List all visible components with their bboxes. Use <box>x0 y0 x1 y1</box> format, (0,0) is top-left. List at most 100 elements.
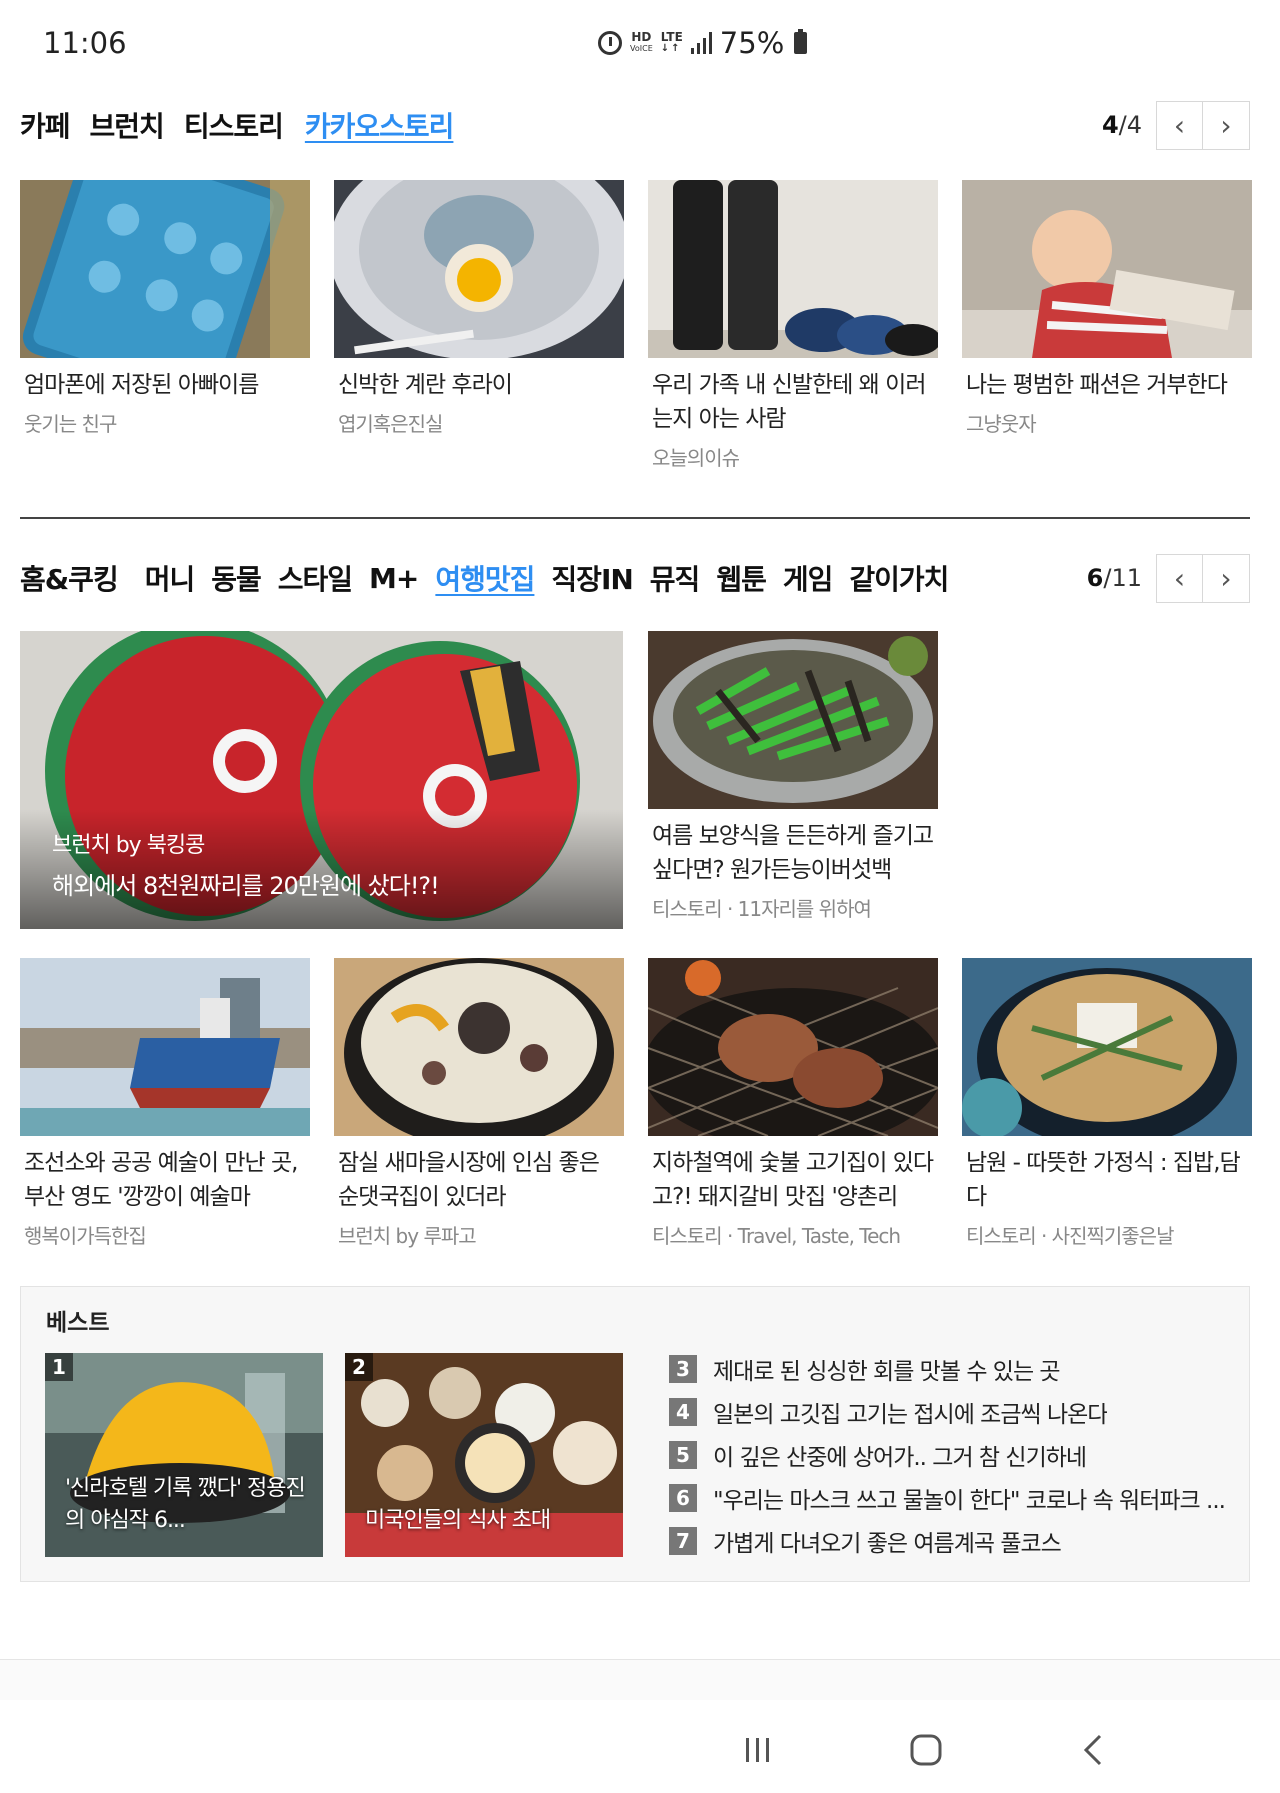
recent-apps-icon[interactable] <box>738 1730 778 1770</box>
system-nav-bar <box>0 1700 1280 1793</box>
story-card[interactable]: 나는 평범한 패션은 거부한다 그냥웃자 <box>962 180 1252 437</box>
section2-header: 홈&쿠킹 머니 동물 스타일 M+ 여행맛집 직장IN 뮤직 웹툰 게임 같이가… <box>20 553 1250 603</box>
card-source: 브런치 by 루파고 <box>338 1224 477 1248</box>
card-thumbnail <box>20 958 310 1136</box>
tab-brunch[interactable]: 브런치 <box>90 105 165 145</box>
card-title: 나는 평범한 패션은 거부한다 <box>966 372 1228 398</box>
chevron-left-icon: ‹ <box>1173 108 1186 142</box>
hd-voice-icon: HD VoICE <box>630 30 653 53</box>
chevron-right-icon: › <box>1220 108 1232 142</box>
status-time: 11:06 <box>43 26 127 60</box>
best-card-title: '신라호텔 기록 깼다' 정용진의 야심작 6... <box>65 1476 306 1533</box>
card-source: 티스토리 · 11자리를 위하여 <box>652 897 872 921</box>
card-title: 잠실 새마을시장에 인심 좋은 순댓국집이 있더라 <box>338 1150 600 1210</box>
signal-icon <box>690 32 712 54</box>
tab-travel-food[interactable]: 여행맛집 <box>435 558 535 598</box>
status-icons: HD VoICE LTE ↓↑ 75% <box>598 26 808 60</box>
tab-game[interactable]: 게임 <box>783 558 834 598</box>
best-list-item[interactable]: 4 일본의 고깃집 고기는 접시에 조금씩 나온다 <box>669 1390 1225 1433</box>
featured-source: 브런치 by 북킹콩 <box>52 833 205 858</box>
prev-page-button[interactable]: ‹ <box>1156 553 1203 603</box>
rank-badge: 1 <box>45 1353 73 1381</box>
story-card[interactable]: 우리 가족 내 신발한테 왜 이러는지 아는 사람 오늘의이슈 <box>648 180 938 471</box>
status-bar: 11:06 HD VoICE LTE ↓↑ 75% <box>0 0 1280 88</box>
best-list: 3 제대로 된 싱싱한 회를 맛볼 수 있는 곳 4 일본의 고깃집 고기는 접시에… <box>669 1347 1225 1562</box>
battery-icon <box>794 29 808 54</box>
next-page-button[interactable]: › <box>1203 100 1250 150</box>
card-title: 엄마폰에 저장된 아빠이름 <box>24 372 259 398</box>
card-thumbnail <box>962 180 1252 358</box>
best-section: 베스트 1 '신라호텔 기록 깼다' 정용진의 야심작 6... 2 미국인들의… <box>20 1286 1250 1582</box>
card-source: 티스토리 · Travel, Taste, Tech <box>652 1224 901 1248</box>
story-card[interactable]: 신박한 계란 후라이 엽기혹은진실 <box>334 180 624 437</box>
card-source: 엽기혹은진실 <box>338 412 443 436</box>
best-list-item[interactable]: 5 이 깊은 산중에 상어가.. 그거 참 신기하네 <box>669 1433 1225 1476</box>
tab-style[interactable]: 스타일 <box>278 558 353 598</box>
story-card[interactable]: 엄마폰에 저장된 아빠이름 웃기는 친구 <box>20 180 310 437</box>
card-source: 웃기는 친구 <box>24 412 117 436</box>
chevron-left-icon: ‹ <box>1173 561 1186 595</box>
section1-tabs: 카페 브런치 티스토리 카카오스토리 <box>20 100 455 150</box>
tab-music[interactable]: 뮤직 <box>650 558 701 598</box>
section1-header: 카페 브런치 티스토리 카카오스토리 4/4 ‹ › <box>20 100 1250 150</box>
best-list-item[interactable]: 7 가볍게 다녀오기 좋은 여름계곡 풀코스 <box>669 1519 1225 1562</box>
story-card[interactable]: 잠실 새마을시장에 인심 좋은 순댓국집이 있더라 브런치 by 루파고 <box>334 958 624 1249</box>
card-thumbnail <box>648 631 938 809</box>
card-title: 남원 - 따뜻한 가정식 : 집밥,담다 <box>966 1150 1241 1210</box>
story-card[interactable]: 여름 보양식을 든든하게 즐기고 싶다면? 원가든능이버섯백 티스토리 · 11… <box>648 631 938 922</box>
card-title: 조선소와 공공 예술이 만난 곳, 부산 영도 '깡깡이 예술마 <box>24 1150 298 1210</box>
rank-badge: 4 <box>669 1397 697 1426</box>
tab-webtoon[interactable]: 웹툰 <box>716 558 767 598</box>
rank-badge: 5 <box>669 1440 697 1469</box>
alarm-icon <box>598 31 622 55</box>
section2-tabs: 홈&쿠킹 머니 동물 스타일 M+ 여행맛집 직장IN 뮤직 웹툰 게임 같이가… <box>20 553 949 603</box>
card-title: 여름 보양식을 든든하게 즐기고 싶다면? 원가든능이버섯백 <box>652 823 934 883</box>
card-thumbnail <box>20 180 310 358</box>
prev-page-button[interactable]: ‹ <box>1156 100 1203 150</box>
best-item-title: 제대로 된 싱싱한 회를 맛볼 수 있는 곳 <box>713 1358 1060 1385</box>
back-icon[interactable] <box>1074 1730 1114 1770</box>
best-title: 베스트 <box>46 1310 110 1336</box>
story-card[interactable]: 남원 - 따뜻한 가정식 : 집밥,담다 티스토리 · 사진찍기좋은날 <box>962 958 1252 1249</box>
best-item-title: "우리는 마스크 쓰고 물놀이 한다" 코로나 속 워터파크 ... <box>713 1487 1225 1514</box>
tab-home-cooking[interactable]: 홈&쿠킹 <box>20 558 119 598</box>
rank-badge: 6 <box>669 1483 697 1512</box>
card-thumbnail <box>962 958 1252 1136</box>
tab-kakaostory[interactable]: 카카오스토리 <box>305 105 455 145</box>
featured-title: 해외에서 8천원짜리를 20만원에 샀다!?! <box>52 872 440 900</box>
tab-together[interactable]: 같이가치 <box>849 558 949 598</box>
card-thumbnail <box>334 958 624 1136</box>
best-list-item[interactable]: 6 "우리는 마스크 쓰고 물놀이 한다" 코로나 속 워터파크 ... <box>669 1476 1225 1519</box>
next-page-button[interactable]: › <box>1203 553 1250 603</box>
best-card[interactable]: 1 '신라호텔 기록 깼다' 정용진의 야심작 6... <box>45 1353 323 1557</box>
best-card[interactable]: 2 미국인들의 식사 초대 <box>345 1353 623 1557</box>
card-thumbnail <box>334 180 624 358</box>
card-thumbnail <box>648 958 938 1136</box>
page-indicator: 6/11 <box>1086 564 1142 592</box>
tab-cafe[interactable]: 카페 <box>20 105 71 145</box>
footer-band <box>0 1660 1280 1700</box>
card-thumbnail <box>648 180 938 358</box>
card-title: 우리 가족 내 신발한테 왜 이러는지 아는 사람 <box>652 372 926 432</box>
home-icon[interactable] <box>906 1730 946 1770</box>
tab-tistory[interactable]: 티스토리 <box>184 105 284 145</box>
tab-work[interactable]: 직장IN <box>551 558 633 598</box>
rank-badge: 3 <box>669 1354 697 1383</box>
card-title: 지하철역에 숯불 고기집이 있다고?! 돼지갈비 맛집 '양촌리 <box>652 1150 934 1210</box>
page-indicator: 4/4 <box>1101 111 1142 139</box>
best-item-title: 가볍게 다녀오기 좋은 여름계곡 풀코스 <box>713 1530 1061 1557</box>
story-card[interactable]: 조선소와 공공 예술이 만난 곳, 부산 영도 '깡깡이 예술마 행복이가득한집 <box>20 958 310 1249</box>
tab-m-plus[interactable]: M+ <box>369 562 419 595</box>
rank-badge: 7 <box>669 1526 697 1555</box>
tab-money[interactable]: 머니 <box>145 558 196 598</box>
section2-pager: 6/11 ‹ › <box>1087 553 1250 603</box>
story-card[interactable]: 지하철역에 숯불 고기집이 있다고?! 돼지갈비 맛집 '양촌리 티스토리 · … <box>648 958 938 1249</box>
featured-card[interactable]: 브런치 by 북킹콩 해외에서 8천원짜리를 20만원에 샀다!?! <box>20 631 623 929</box>
section-divider <box>20 517 1250 519</box>
best-list-item[interactable]: 3 제대로 된 싱싱한 회를 맛볼 수 있는 곳 <box>669 1347 1225 1390</box>
rank-badge: 2 <box>345 1353 373 1381</box>
chevron-right-icon: › <box>1220 561 1232 595</box>
tab-animal[interactable]: 동물 <box>211 558 262 598</box>
card-source: 티스토리 · 사진찍기좋은날 <box>966 1224 1174 1248</box>
card-source: 행복이가득한집 <box>24 1224 147 1248</box>
